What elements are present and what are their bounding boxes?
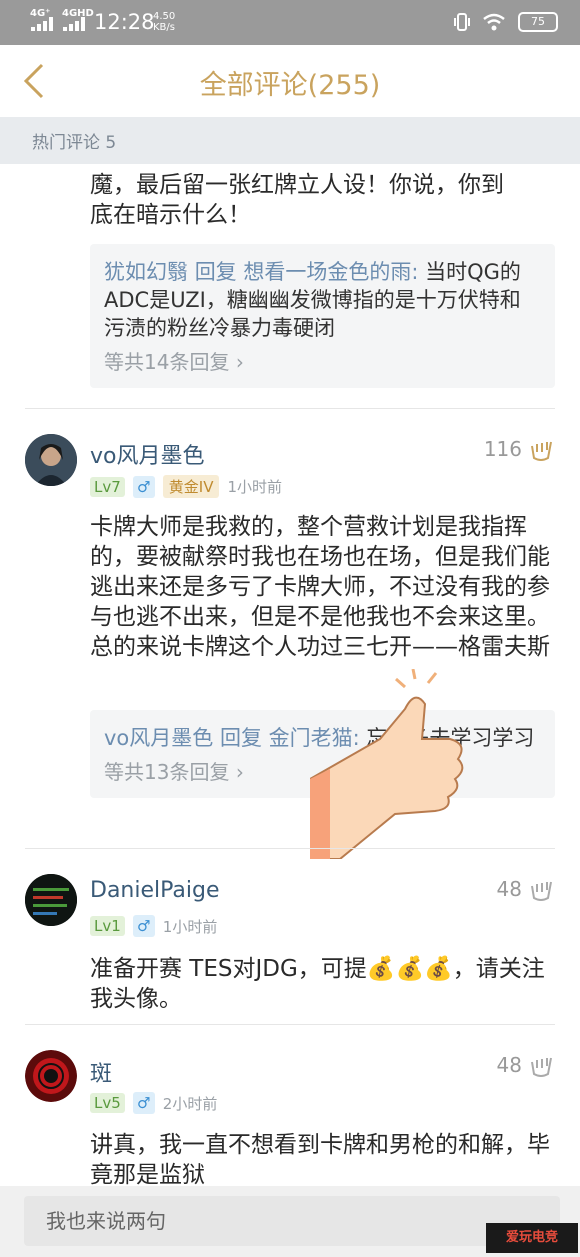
- network-speed: 4.50 KB/s: [153, 11, 175, 33]
- more-replies-link[interactable]: 等共14条回复 ›: [104, 348, 541, 376]
- reply-target[interactable]: 想看一场金色的雨:: [243, 260, 418, 284]
- speed-value: 4.50: [153, 11, 176, 22]
- watermark-logo: 爱玩电竞: [486, 1223, 578, 1253]
- avatar-image: [25, 1050, 77, 1102]
- level-badge: Lv1: [90, 916, 125, 936]
- thumbs-up-sticker-icon: [310, 669, 464, 859]
- avatar-image: [25, 434, 77, 486]
- avatar[interactable]: [25, 1050, 77, 1102]
- timestamp: 1小时前: [227, 478, 283, 496]
- username[interactable]: 斑: [90, 1056, 112, 1088]
- rank-badge: 黄金IV: [162, 475, 220, 498]
- level-badge: Lv5: [90, 1093, 125, 1113]
- reply-verb: 回复: [219, 726, 262, 750]
- timestamp: 2小时前: [162, 1094, 218, 1113]
- chevron-right-icon: ›: [235, 350, 244, 374]
- user-tags: Lv7 ♂ 黄金IV 1小时前: [90, 475, 282, 498]
- username[interactable]: vo风月墨色: [90, 438, 204, 470]
- signal-icon: [31, 17, 53, 31]
- timestamp: 1小时前: [162, 917, 218, 936]
- rock-hand-icon: [531, 881, 552, 901]
- divider: [25, 408, 555, 409]
- speed-unit: KB/s: [153, 22, 175, 33]
- vibrate-icon: [454, 13, 470, 31]
- comment-text: ▔▔▔▔▔▔▔▔▔▔▔▔▔▔▔▔▔ 魔，最后留一张红牌立人设！你说，你到 底在暗…: [90, 164, 560, 230]
- reply-author[interactable]: vo风月墨色: [104, 726, 213, 750]
- like-count: 48: [496, 877, 522, 901]
- reply-preview[interactable]: 犹如幻翳 回复 想看一场金色的雨: 当时QG的ADC是UZI，糖幽幽发微博指的是…: [90, 244, 555, 388]
- avatar[interactable]: [25, 434, 77, 486]
- divider: [25, 1024, 555, 1025]
- more-replies-label: 等共14条回复: [104, 350, 230, 374]
- comment-input[interactable]: 我也来说两句: [24, 1196, 560, 1246]
- comment-list[interactable]: ▔▔▔▔▔▔▔▔▔▔▔▔▔▔▔▔▔ 魔，最后留一张红牌立人设！你说，你到 底在暗…: [0, 164, 580, 1186]
- level-badge: Lv7: [90, 476, 125, 497]
- like-count: 48: [496, 1053, 522, 1077]
- cut-off-line: ▔▔▔▔▔▔▔▔▔▔▔▔▔▔▔▔▔: [90, 164, 560, 170]
- avatar[interactable]: [25, 874, 77, 926]
- gender-icon: ♂: [132, 915, 155, 937]
- comment-text: 准备开赛 TES对JDG，可提💰💰💰，请关注我头像。: [90, 956, 545, 1012]
- divider: [25, 848, 555, 849]
- comment-text: 讲真，我一直不想看到卡牌和男枪的和解，毕竟那是监狱: [90, 1132, 550, 1186]
- more-replies-label: 等共13条回复: [104, 760, 230, 784]
- like-count: 116: [483, 437, 522, 461]
- clock: 12:28: [94, 10, 155, 34]
- user-tags: Lv1 ♂ 1小时前: [90, 915, 217, 937]
- gender-icon: ♂: [132, 1092, 155, 1114]
- wifi-icon: [483, 13, 505, 31]
- navigation-bar: 全部评论(255): [0, 45, 580, 117]
- rock-hand-icon: [531, 1057, 552, 1077]
- username[interactable]: DanielPaige: [90, 878, 220, 903]
- status-bar: 4G⁺ 4GHD 12:28 4.50 KB/s 75: [0, 0, 580, 45]
- page-title: 全部评论(255): [199, 70, 381, 101]
- chevron-right-icon: ›: [235, 760, 244, 784]
- reply-author[interactable]: 犹如幻翳: [104, 260, 188, 284]
- comment-input-bar: 我也来说两句 爱玩电竞: [0, 1186, 580, 1257]
- like-button[interactable]: 48: [497, 1052, 554, 1078]
- user-tags: Lv5 ♂ 2小时前: [90, 1092, 217, 1114]
- gender-icon: ♂: [132, 475, 155, 498]
- avatar-image: [25, 874, 77, 926]
- status-icons: 75: [454, 12, 558, 32]
- comment-line: 底在暗示什么！: [90, 202, 251, 228]
- like-button[interactable]: 48: [497, 876, 554, 902]
- signal-icon: [63, 17, 85, 31]
- like-button[interactable]: 116: [484, 436, 554, 462]
- reply-verb: 回复: [194, 260, 237, 284]
- section-header: 热门评论 5: [0, 117, 580, 164]
- rock-hand-icon: [531, 441, 552, 461]
- comment-line: 魔，最后留一张红牌立人设！你说，你到: [90, 172, 504, 198]
- comment-text: 卡牌大师是我救的，整个营救计划是我指挥的，要被献祭时我也在场也在场，但是我们能逃…: [90, 514, 550, 660]
- battery-icon: 75: [518, 12, 558, 32]
